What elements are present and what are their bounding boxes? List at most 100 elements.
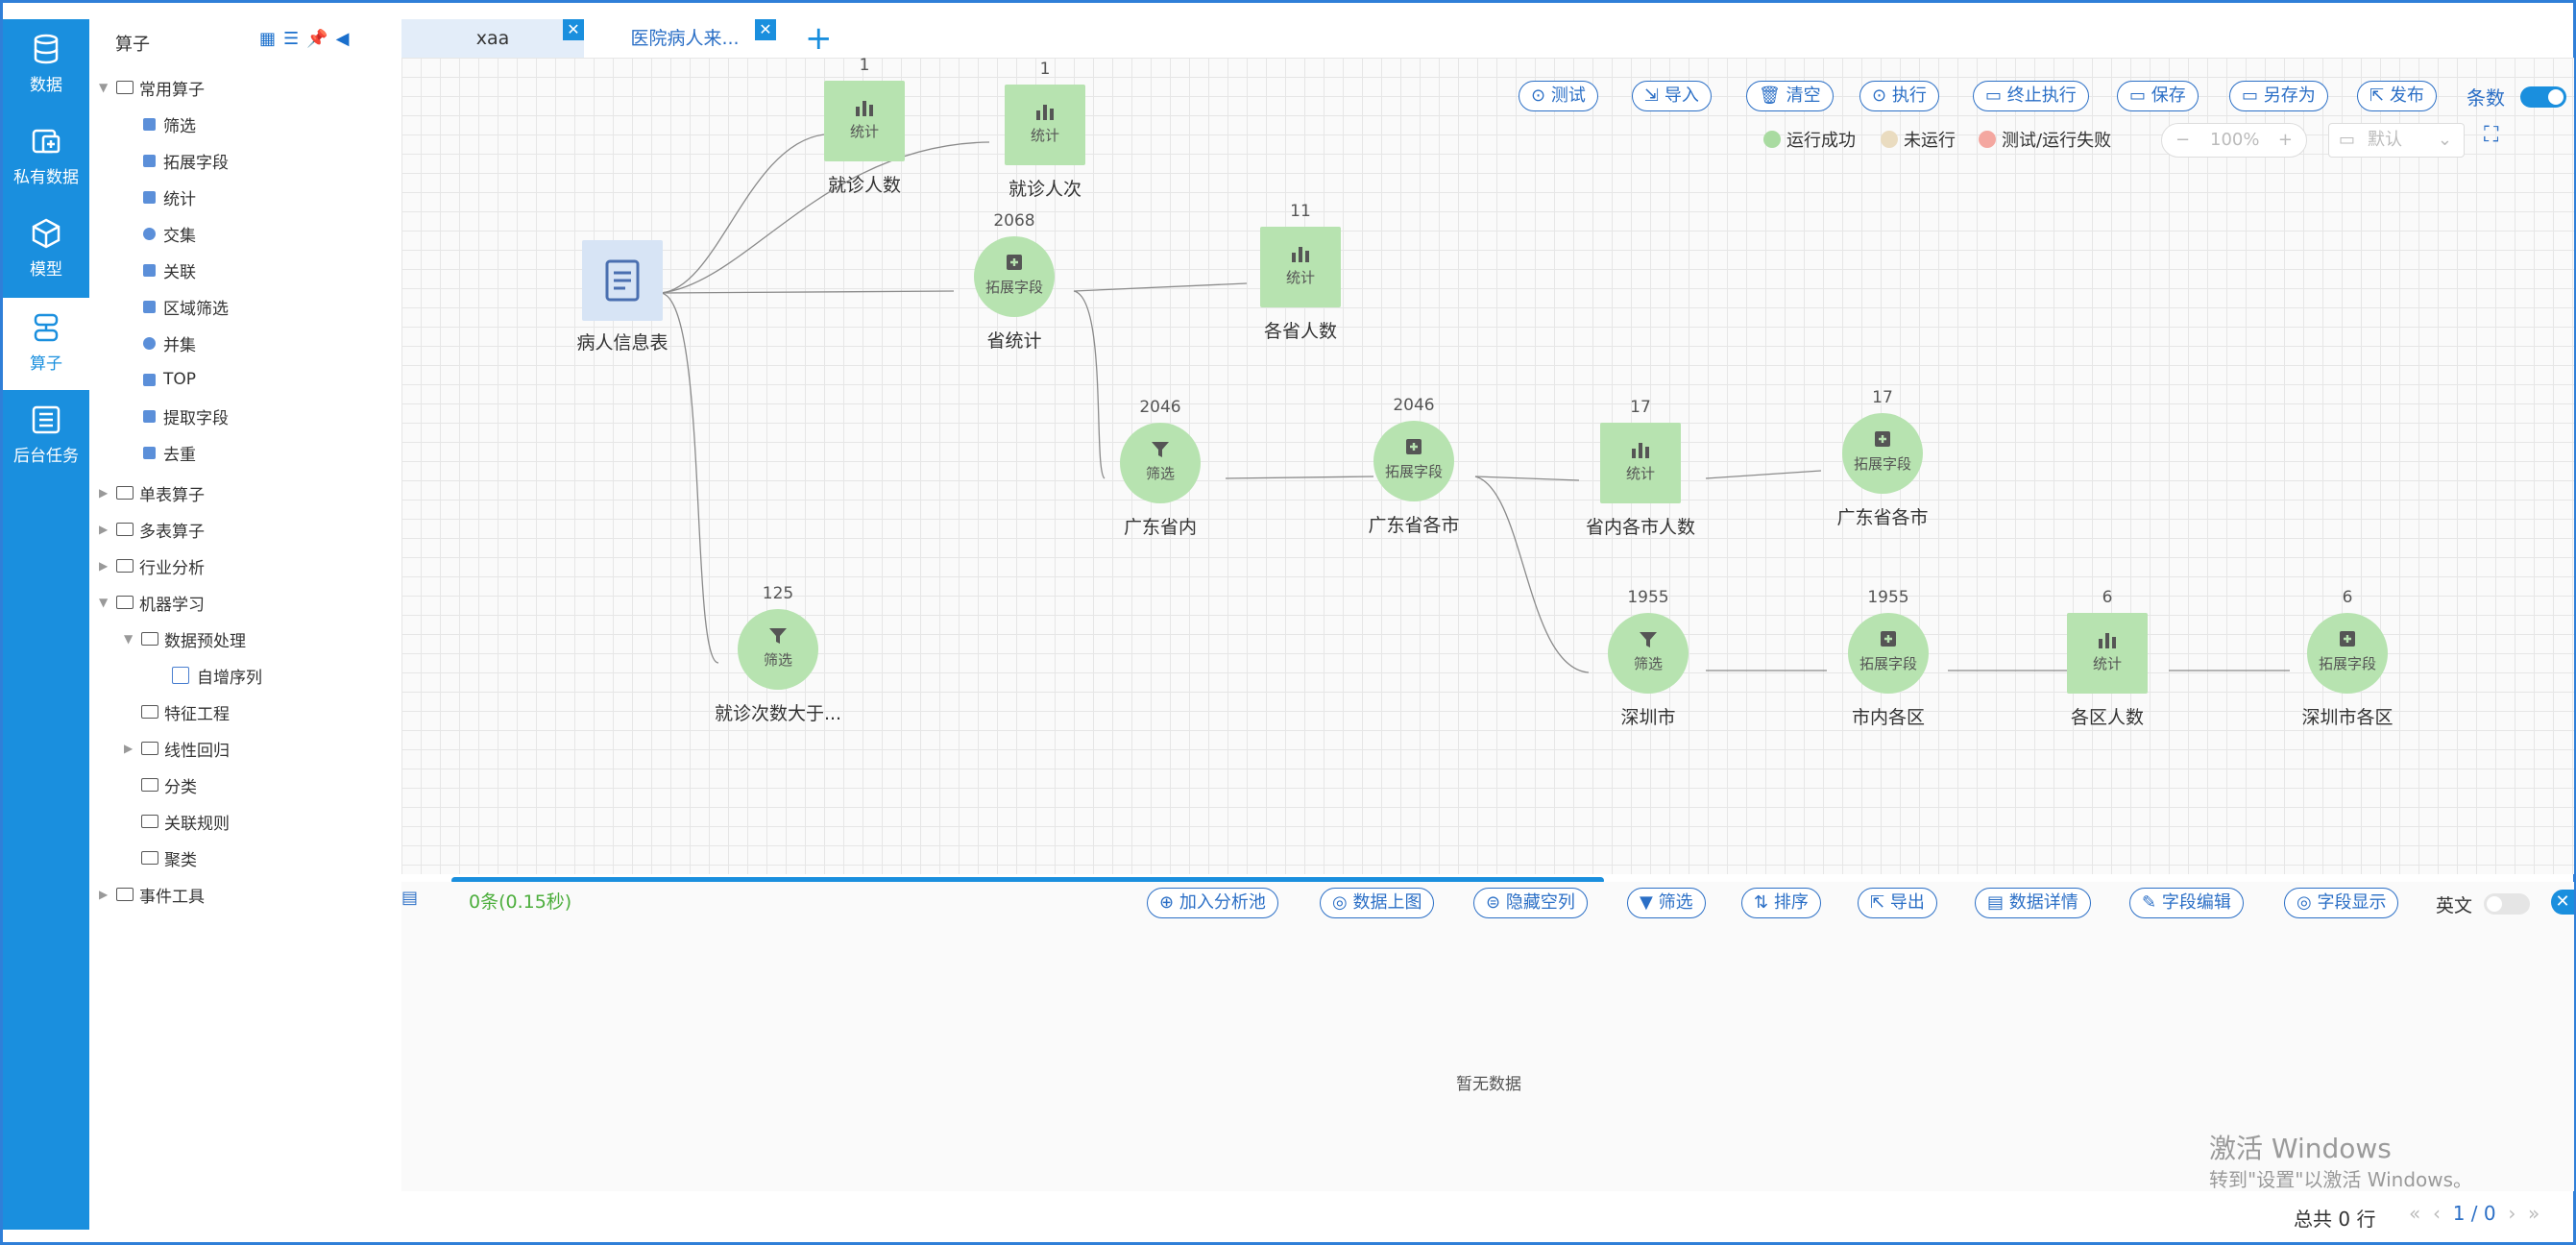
flow-node[interactable]: 1 统计 就诊人次 bbox=[1005, 58, 1085, 209]
edit-fields-button[interactable]: ✎ 字段编辑 bbox=[2129, 888, 2244, 918]
tree-item[interactable]: 并集 bbox=[143, 330, 196, 355]
import-icon: ⇲ bbox=[1644, 85, 1660, 106]
node-count: 2046 bbox=[1393, 396, 1435, 415]
tree-group-ml[interactable]: ▼ 机器学习 bbox=[99, 590, 205, 615]
activation-watermark-sub: 转到"设置"以激活 Windows。 bbox=[2209, 1168, 2473, 1191]
node-count: 6 bbox=[2102, 588, 2113, 607]
pin-icon[interactable]: 📌 bbox=[306, 29, 335, 49]
filter-icon bbox=[1152, 442, 1169, 457]
node-shape: 筛选 bbox=[738, 609, 818, 690]
first-page-icon[interactable]: « bbox=[2409, 1202, 2420, 1225]
node-name: 省统计 bbox=[986, 330, 1042, 352]
source-node[interactable]: 病人信息表 bbox=[555, 240, 690, 375]
export-button[interactable]: ⇱ 导出 bbox=[1858, 888, 1937, 918]
data-detail-button[interactable]: ▤ 数据详情 bbox=[1975, 888, 2091, 918]
folder-icon bbox=[141, 705, 158, 719]
add-tab-icon[interactable]: + bbox=[805, 21, 833, 56]
layout-select[interactable]: ▭ 默认 ⌄ bbox=[2328, 123, 2465, 158]
flow-canvas[interactable]: 病人信息表 1 统计 就诊人数 1 统计 就诊人次 2068 拓展字段 省统计 11 统计 各省人数 2… bbox=[401, 58, 2574, 874]
collapsed-arrow-icon: ▶ bbox=[99, 559, 109, 573]
nav-item-data[interactable]: 数据 bbox=[3, 19, 89, 111]
node-name: 市内各区 bbox=[1851, 707, 1925, 728]
save-button[interactable]: ▭ 保存 bbox=[2117, 81, 2199, 111]
hide-empty-columns-button[interactable]: ⊜ 隐藏空列 bbox=[1473, 888, 1588, 918]
link bbox=[1705, 470, 1822, 479]
flow-node[interactable]: 17 拓展字段 广东省各市 bbox=[1836, 384, 1928, 538]
nav-item-background-tasks[interactable]: 后台任务 bbox=[3, 390, 89, 482]
flow-node[interactable]: 1955 拓展字段 市内各区 bbox=[1848, 584, 1929, 738]
nav-item-operator[interactable]: 算子 bbox=[3, 298, 89, 390]
bar-chart-icon bbox=[1036, 105, 1054, 120]
tree-group-linear-reg[interactable]: ▶ 线性回归 bbox=[124, 736, 230, 761]
list-view-icon[interactable]: ☰ bbox=[283, 29, 306, 49]
tree-group-assoc-rules[interactable]: 关联规则 bbox=[124, 809, 230, 834]
zoom-value: 100% bbox=[2210, 130, 2260, 150]
grid-view-icon[interactable]: ▦ bbox=[259, 29, 283, 49]
tree-item[interactable]: 拓展字段 bbox=[143, 148, 229, 173]
node-count: 1 bbox=[859, 58, 870, 75]
clear-button[interactable]: 🗑 清空 bbox=[1746, 81, 1834, 111]
flow-node[interactable]: 6 拓展字段 深圳市各区 bbox=[2301, 584, 2393, 738]
tree-group-preprocess[interactable]: ▼ 数据预处理 bbox=[124, 626, 246, 651]
flow-node[interactable]: 2068 拓展字段 省统计 bbox=[974, 208, 1055, 361]
zoom-in-button[interactable]: + bbox=[2278, 124, 2293, 157]
link bbox=[660, 290, 955, 294]
flow-node[interactable]: 2046 筛选 广东省内 bbox=[1120, 394, 1201, 548]
flow-node[interactable]: 11 统计 各省人数 bbox=[1260, 198, 1341, 352]
nav-item-model[interactable]: 模型 bbox=[3, 204, 89, 296]
layout-value: 默认 bbox=[2368, 130, 2402, 150]
tree-item[interactable]: 关联 bbox=[143, 257, 196, 282]
tree-item[interactable]: 交集 bbox=[143, 221, 196, 246]
flow-node[interactable]: 1 统计 就诊人数 bbox=[824, 58, 905, 206]
test-button[interactable]: ⊙ 测试 bbox=[1519, 81, 1598, 111]
tree-item[interactable]: 区域筛选 bbox=[143, 294, 229, 319]
sort-button[interactable]: ⇅ 排序 bbox=[1741, 888, 1821, 918]
tree-group-common[interactable]: ▼ 常用算子 bbox=[99, 75, 205, 100]
tree-group-single-table[interactable]: ▶ 单表算子 bbox=[99, 480, 205, 505]
flow-node[interactable]: 17 统计 省内各市人数 bbox=[1586, 394, 1695, 548]
execute-button[interactable]: ⊙ 执行 bbox=[1859, 81, 1939, 111]
prev-page-icon[interactable]: ‹ bbox=[2433, 1202, 2441, 1225]
tree-item[interactable]: 去重 bbox=[143, 440, 196, 465]
flow-node[interactable]: 125 筛选 就诊次数大于... bbox=[715, 580, 841, 734]
close-icon[interactable]: ✕ bbox=[755, 19, 776, 40]
tree-group-multi-table[interactable]: ▶ 多表算子 bbox=[99, 517, 205, 542]
link bbox=[1073, 290, 1106, 479]
folder-icon bbox=[141, 742, 158, 755]
next-page-icon[interactable]: › bbox=[2508, 1202, 2515, 1225]
tree-group-cluster[interactable]: 聚类 bbox=[124, 845, 197, 870]
tree-item[interactable]: 提取字段 bbox=[143, 403, 229, 428]
tree-item[interactable]: 筛选 bbox=[143, 111, 196, 136]
flow-node[interactable]: 6 统计 各区人数 bbox=[2067, 584, 2148, 738]
data-chart-button[interactable]: ◎ 数据上图 bbox=[1320, 888, 1435, 918]
filter-button[interactable]: ▼ 筛选 bbox=[1627, 888, 1706, 918]
flow-node[interactable]: 2046 拓展字段 广东省各市 bbox=[1368, 392, 1459, 546]
import-button[interactable]: ⇲ 导入 bbox=[1632, 81, 1712, 111]
tab-hospital[interactable]: 医院病人来... ✕ bbox=[594, 19, 776, 58]
tab-xaa[interactable]: xaa ✕ bbox=[401, 19, 584, 58]
tree-item-auto-seq[interactable]: 自增序列 bbox=[172, 663, 262, 688]
nav-item-private-data[interactable]: 私有数据 bbox=[3, 111, 89, 204]
tree-group-classify[interactable]: 分类 bbox=[124, 772, 197, 797]
tree-group-event-tools[interactable]: ▶ 事件工具 bbox=[99, 882, 205, 907]
tree-item[interactable]: 统计 bbox=[143, 184, 196, 209]
collapse-panel-icon[interactable]: ◀ bbox=[336, 29, 357, 49]
show-fields-button[interactable]: ◎ 字段显示 bbox=[2284, 888, 2399, 918]
english-toggle[interactable] bbox=[2484, 893, 2530, 915]
tree-group-feature-eng[interactable]: 特征工程 bbox=[124, 699, 230, 724]
fullscreen-icon[interactable]: ⛶ bbox=[2484, 123, 2498, 147]
tree-item[interactable]: TOP bbox=[143, 367, 196, 392]
close-panel-icon[interactable]: ✕ bbox=[2551, 890, 2574, 915]
add-analysis-pool-button[interactable]: ⊕ 加入分析池 bbox=[1147, 888, 1278, 918]
rows-toggle[interactable] bbox=[2520, 86, 2566, 108]
flow-node[interactable]: 1955 筛选 深圳市 bbox=[1608, 584, 1689, 738]
publish-icon: ⇱ bbox=[2369, 85, 2385, 106]
close-icon[interactable]: ✕ bbox=[563, 19, 584, 40]
last-page-icon[interactable]: » bbox=[2528, 1202, 2540, 1225]
zoom-out-button[interactable]: − bbox=[2175, 124, 2190, 157]
tree-group-industry[interactable]: ▶ 行业分析 bbox=[99, 553, 205, 578]
node-name: 广东省各市 bbox=[1368, 515, 1460, 536]
publish-button[interactable]: ⇱ 发布 bbox=[2357, 81, 2437, 111]
save-as-button[interactable]: ▭ 另存为 bbox=[2229, 81, 2328, 111]
stop-button[interactable]: ▭ 终止执行 bbox=[1973, 81, 2089, 111]
